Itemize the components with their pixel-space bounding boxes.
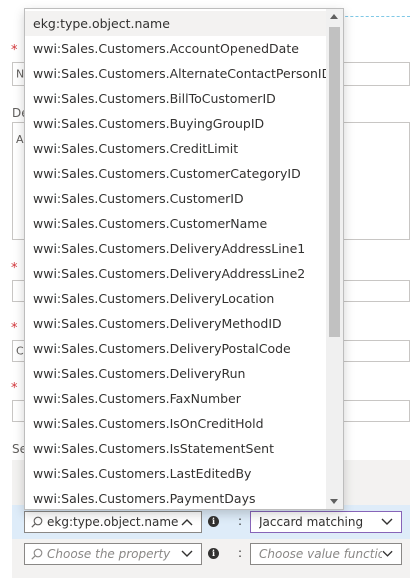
search-icon [31,548,43,560]
row-separator-colon: : [238,514,243,528]
scroll-down-arrow-icon[interactable] [330,499,338,504]
chevron-down-icon [382,550,393,557]
dropdown-option[interactable]: wwi:Sales.Customers.BuyingGroupID [25,111,327,136]
value-function-select[interactable]: Choose value function [250,543,402,565]
value-function-select[interactable]: Jaccard matching [250,511,402,533]
required-marker: * [11,321,18,336]
required-marker: * [11,43,18,58]
property-combobox-value: ekg:type.object.name [47,515,179,529]
dropdown-option[interactable]: wwi:Sales.Customers.CustomerID [25,186,327,211]
dropdown-option[interactable]: wwi:Sales.Customers.CustomerName [25,211,327,236]
scroll-up-arrow-icon[interactable] [330,14,338,19]
dropdown-option[interactable]: wwi:Sales.Customers.IsStatementSent [25,436,327,461]
dropdown-option[interactable]: wwi:Sales.Customers.DeliveryAddressLine1 [25,236,327,261]
dropdown-options: ekg:type.object.name wwi:Sales.Customers.… [25,11,327,509]
required-marker: * [11,381,18,396]
dropdown-option[interactable]: wwi:Sales.Customers.CustomerCategoryID [25,161,327,186]
property-combobox[interactable]: Choose the property [24,543,202,565]
required-marker: * [11,261,18,276]
dropdown-option[interactable]: wwi:Sales.Customers.BillToCustomerID [25,86,327,111]
description-textarea-value: A [16,133,24,146]
dropdown-option[interactable]: wwi:Sales.Customers.IsOnCreditHold [25,411,327,436]
dropdown-option[interactable]: wwi:Sales.Customers.DeliveryRun [25,361,327,386]
chevron-up-icon[interactable] [181,518,193,526]
property-combobox-placeholder: Choose the property [47,547,171,561]
dashed-divider [340,16,410,17]
property-combobox[interactable]: ekg:type.object.name [24,511,202,533]
dropdown-option[interactable]: wwi:Sales.Customers.AlternateContactPers… [25,61,327,86]
dropdown-option[interactable]: wwi:Sales.Customers.CreditLimit [25,136,327,161]
scrollbar-thumb[interactable] [329,27,340,337]
dropdown-option[interactable]: wwi:Sales.Customers.AccountOpenedDate [25,36,327,61]
value-function-select-value: Jaccard matching [259,515,364,529]
dropdown-option[interactable]: wwi:Sales.Customers.DeliveryPostalCode [25,336,327,361]
chevron-down-icon[interactable] [181,550,193,558]
dropdown-option[interactable]: wwi:Sales.Customers.PaymentDays [25,486,327,509]
value-function-select-placeholder: Choose value function [259,547,382,561]
search-icon [31,516,43,528]
dropdown-option[interactable]: ekg:type.object.name [25,11,327,36]
chevron-down-icon [381,518,393,525]
info-icon[interactable]: i [208,548,219,559]
property-dropdown-list[interactable]: ekg:type.object.name wwi:Sales.Customers.… [24,8,344,510]
info-icon[interactable]: i [208,516,219,527]
dropdown-scrollbar[interactable] [326,9,343,509]
dropdown-option[interactable]: wwi:Sales.Customers.LastEditedBy [25,461,327,486]
name-input-value: N [16,67,25,81]
dropdown-option[interactable]: wwi:Sales.Customers.DeliveryLocation [25,286,327,311]
row-separator-colon: : [238,546,243,560]
select-field-value: C [16,344,24,358]
dropdown-option[interactable]: wwi:Sales.Customers.FaxNumber [25,386,327,411]
dropdown-option[interactable]: wwi:Sales.Customers.DeliveryAddressLine2 [25,261,327,286]
dropdown-option[interactable]: wwi:Sales.Customers.DeliveryMethodID [25,311,327,336]
